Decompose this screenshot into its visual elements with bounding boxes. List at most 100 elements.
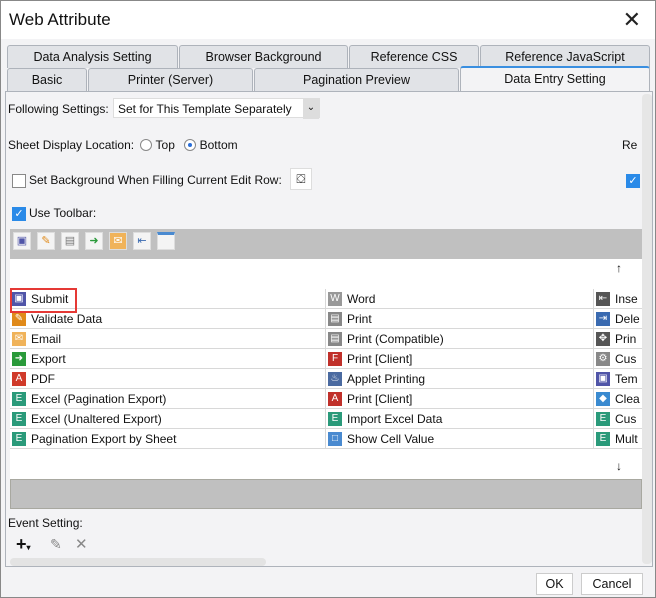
button-type-icon: ▤ bbox=[328, 332, 342, 346]
list-item[interactable]: ▤ Print bbox=[326, 309, 594, 329]
radio-top[interactable] bbox=[140, 139, 153, 151]
list-item-label: Cus bbox=[615, 412, 637, 426]
move-down-icon[interactable]: ↓ bbox=[616, 459, 622, 473]
email-icon[interactable]: ✉ bbox=[109, 232, 127, 250]
list-item[interactable]: E Mult bbox=[594, 429, 642, 449]
list-item-label: Word bbox=[347, 292, 376, 306]
list-item-label: Import Excel Data bbox=[347, 412, 443, 426]
edit-event-icon[interactable]: ✎ bbox=[50, 536, 62, 553]
list-item[interactable]: ▤ Print (Compatible) bbox=[326, 329, 594, 349]
radio-bottom-label: Bottom bbox=[199, 138, 238, 152]
list-item[interactable]: F Print [Client] bbox=[326, 349, 594, 369]
toolbar-preview: ▣ ✎ ▤ ➜ ✉ ⇤ bbox=[10, 229, 642, 259]
use-toolbar-checkbox[interactable]: ✓ bbox=[12, 207, 26, 221]
cancel-button[interactable]: Cancel bbox=[581, 573, 643, 595]
use-toolbar-label: Use Toolbar: bbox=[29, 206, 97, 220]
list-row: E Excel (Unaltered Export) E Import Excel D… bbox=[10, 409, 642, 429]
list-row: E Excel (Pagination Export) A Print [Client… bbox=[10, 389, 642, 409]
list-item-label: Validate Data bbox=[31, 312, 103, 326]
button-type-icon: ✎ bbox=[12, 312, 26, 326]
radio-top-label: Top bbox=[155, 138, 175, 152]
print-icon[interactable]: ▤ bbox=[61, 232, 79, 250]
button-type-icon: E bbox=[596, 412, 610, 426]
list-item[interactable]: ✥ Prin bbox=[594, 329, 642, 349]
following-settings-select[interactable]: Set for This Template Separately ⌄ bbox=[113, 98, 320, 119]
save-icon[interactable]: ▣ bbox=[13, 232, 31, 250]
list-item[interactable]: ⚙ Cus bbox=[594, 349, 642, 369]
list-item-label: Inse bbox=[615, 292, 638, 306]
add-event-icon[interactable]: +▾ bbox=[16, 534, 31, 555]
horizontal-scrollbar[interactable] bbox=[10, 558, 266, 566]
list-item-label: Print [Client] bbox=[347, 352, 413, 366]
tab-browser-background[interactable]: Browser Background bbox=[179, 45, 348, 68]
list-item[interactable]: ▣ Tem bbox=[594, 369, 642, 389]
list-item[interactable]: E Excel (Pagination Export) bbox=[10, 389, 326, 409]
list-item[interactable]: ⇥ Dele bbox=[594, 309, 642, 329]
list-item-label: Cus bbox=[615, 352, 637, 366]
ok-button[interactable]: OK bbox=[536, 573, 573, 595]
tab-basic[interactable]: Basic bbox=[7, 68, 87, 91]
tab-printer-server[interactable]: Printer (Server) bbox=[88, 68, 253, 91]
list-item[interactable]: E Cus bbox=[594, 409, 642, 429]
list-item[interactable]: A PDF bbox=[10, 369, 326, 389]
tab-pagination-preview[interactable]: Pagination Preview bbox=[254, 68, 459, 91]
show-cell-icon[interactable] bbox=[157, 232, 175, 250]
list-item-label: Mult bbox=[615, 432, 638, 446]
list-item[interactable]: ◆ Clea bbox=[594, 389, 642, 409]
tab-data-analysis-setting[interactable]: Data Analysis Setting bbox=[7, 45, 178, 68]
list-item-label: Print bbox=[347, 312, 372, 326]
event-setting-label: Event Setting: bbox=[8, 516, 83, 530]
list-row: E Pagination Export by Sheet □ Show Cell Va… bbox=[10, 429, 642, 449]
sheet-location-label: Sheet Display Location: bbox=[8, 138, 135, 152]
list-item[interactable]: A Print [Client] bbox=[326, 389, 594, 409]
list-item[interactable]: ✉ Email bbox=[10, 329, 326, 349]
data-entry-panel: Following Settings: Set for This Templat… bbox=[5, 91, 653, 567]
bottom-toolbar-preview bbox=[10, 479, 642, 509]
right-cut-label: Re bbox=[622, 138, 638, 152]
list-item[interactable]: ➜ Export bbox=[10, 349, 326, 369]
list-item[interactable]: E Import Excel Data bbox=[326, 409, 594, 429]
button-type-icon: E bbox=[596, 432, 610, 446]
button-list: ↑ ▣ Submit W Word ⇤ Inse ✎ Validate Data ▤ Print ⇥… bbox=[10, 259, 642, 479]
tab-data-entry-setting[interactable]: Data Entry Setting bbox=[460, 66, 650, 91]
list-item-label: Excel (Unaltered Export) bbox=[31, 412, 162, 426]
list-item-label: Show Cell Value bbox=[347, 432, 435, 446]
delete-event-icon[interactable]: ✕ bbox=[75, 535, 88, 553]
following-settings-label: Following Settings: bbox=[8, 102, 109, 116]
button-type-icon: ⚙ bbox=[596, 352, 610, 366]
list-item[interactable]: E Pagination Export by Sheet bbox=[10, 429, 326, 449]
vertical-scrollbar[interactable] bbox=[642, 94, 652, 564]
button-type-icon: ♨ bbox=[328, 372, 342, 386]
button-type-icon: F bbox=[328, 352, 342, 366]
tab-reference-css[interactable]: Reference CSS bbox=[349, 45, 479, 68]
following-settings-value: Set for This Template Separately bbox=[118, 102, 292, 116]
button-type-icon: ⇥ bbox=[596, 312, 610, 326]
radio-bottom[interactable] bbox=[184, 139, 197, 151]
tab-reference-javascript[interactable]: Reference JavaScript bbox=[480, 45, 650, 68]
set-background-label: Set Background When Filling Current Edit… bbox=[29, 173, 282, 187]
close-icon[interactable]: ✕ bbox=[623, 7, 641, 33]
paint-bucket-icon[interactable]: ⛋ bbox=[290, 168, 312, 190]
insert-row-icon[interactable]: ⇤ bbox=[133, 232, 151, 250]
list-item[interactable]: ♨ Applet Printing bbox=[326, 369, 594, 389]
button-type-icon: A bbox=[328, 392, 342, 406]
validate-icon[interactable]: ✎ bbox=[37, 232, 55, 250]
list-item[interactable]: E Excel (Unaltered Export) bbox=[10, 409, 326, 429]
list-item-label: Print [Client] bbox=[347, 392, 413, 406]
button-type-icon: A bbox=[12, 372, 26, 386]
list-item[interactable]: ⇤ Inse bbox=[594, 289, 642, 309]
button-type-icon: □ bbox=[328, 432, 342, 446]
list-item-label: PDF bbox=[31, 372, 55, 386]
title-bar: Web Attribute ✕ bbox=[1, 1, 655, 39]
button-type-icon: E bbox=[12, 432, 26, 446]
right-checkbox[interactable]: ✓ bbox=[626, 174, 640, 188]
export-icon[interactable]: ➜ bbox=[85, 232, 103, 250]
list-row: A PDF ♨ Applet Printing ▣ Tem bbox=[10, 369, 642, 389]
list-item[interactable]: W Word bbox=[326, 289, 594, 309]
list-row: ✉ Email ▤ Print (Compatible) ✥ Prin bbox=[10, 329, 642, 349]
set-background-checkbox[interactable] bbox=[12, 174, 26, 188]
selected-highlight bbox=[10, 288, 77, 313]
list-item[interactable]: □ Show Cell Value bbox=[326, 429, 594, 449]
list-item-label: Prin bbox=[615, 332, 637, 346]
move-up-icon[interactable]: ↑ bbox=[616, 261, 622, 275]
